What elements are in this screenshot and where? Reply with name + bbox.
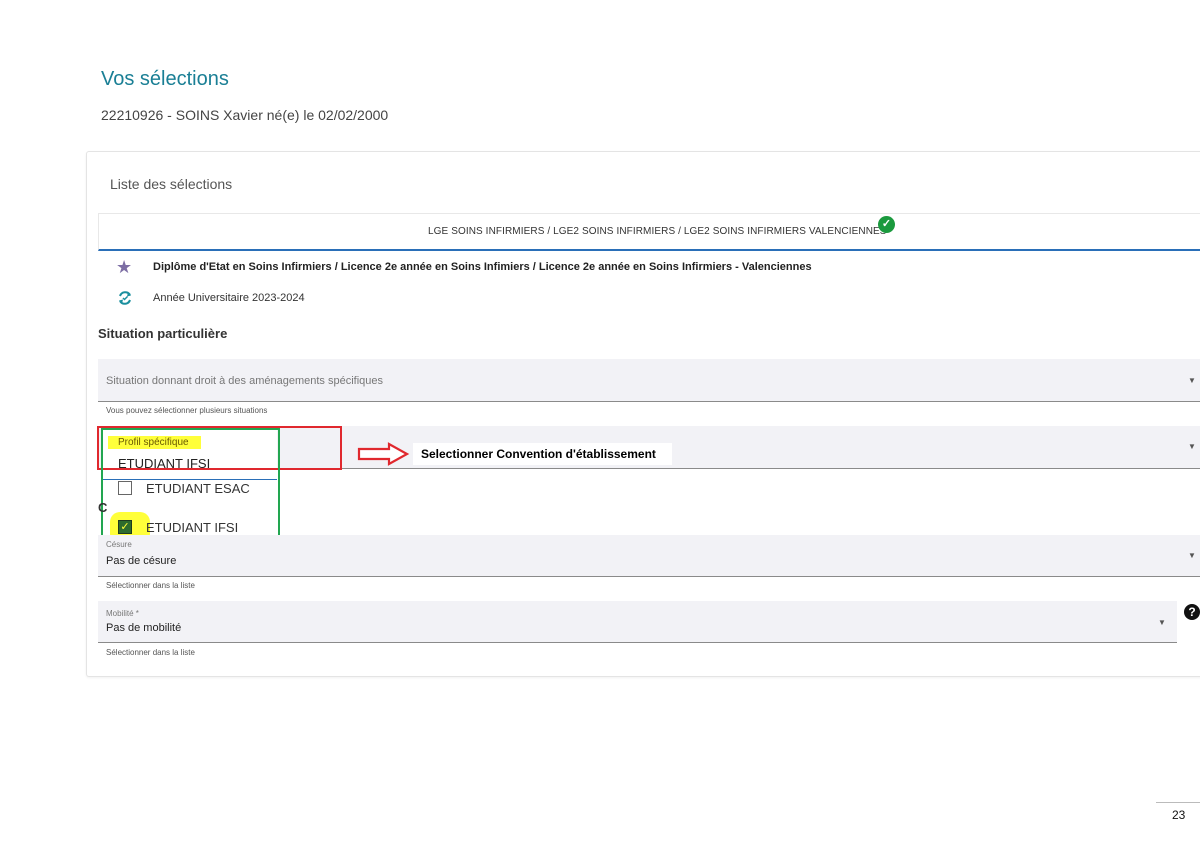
mobilite-select[interactable] (98, 601, 1177, 643)
check-circle-icon: ✓ (878, 216, 895, 233)
cesure-hint: Sélectionner dans la liste (106, 581, 195, 590)
academic-year: Année Universitaire 2023-2024 (153, 292, 305, 304)
partial-heading: C (98, 500, 108, 515)
mobilite-value[interactable]: Pas de mobilité (106, 622, 181, 634)
cesure-label: Césure (106, 540, 132, 549)
caret-down-icon[interactable]: ▼ (1158, 618, 1166, 627)
refresh-icon (116, 289, 134, 312)
mobilite-label: Mobilité * (106, 609, 139, 618)
cesure-value[interactable]: Pas de césure (106, 555, 176, 567)
right-arrow-icon (357, 442, 411, 471)
tab-label[interactable]: LGE SOINS INFIRMIERS / LGE2 SOINS INFIRM… (428, 226, 887, 237)
page-number: 23 (1172, 808, 1186, 822)
card-title: Liste des sélections (110, 176, 233, 192)
question-circle-icon[interactable]: ? (1184, 604, 1200, 620)
page-number-divider (1156, 802, 1200, 803)
cesure-select[interactable] (98, 535, 1200, 577)
caret-down-icon[interactable]: ▼ (1188, 376, 1196, 385)
star-icon: ★ (116, 257, 133, 277)
caret-down-icon[interactable]: ▼ (1188, 442, 1196, 451)
situation-hint: Vous pouvez sélectionner plusieurs situa… (106, 406, 268, 415)
mobilite-hint: Sélectionner dans la liste (106, 648, 195, 657)
situation-placeholder[interactable]: Situation donnant droit à des aménagemen… (106, 375, 383, 387)
section-title: Situation particulière (98, 326, 228, 341)
annotation-text: Selectionner Convention d'établissement (413, 443, 672, 465)
green-annotation-frame (101, 428, 280, 548)
diploma-label: Diplôme d'Etat en Soins Infirmiers / Lic… (153, 261, 812, 273)
page-title: Vos sélections (101, 68, 229, 90)
student-info: 22210926 - SOINS Xavier né(e) le 02/02/2… (101, 107, 389, 123)
caret-down-icon[interactable]: ▼ (1188, 551, 1196, 560)
